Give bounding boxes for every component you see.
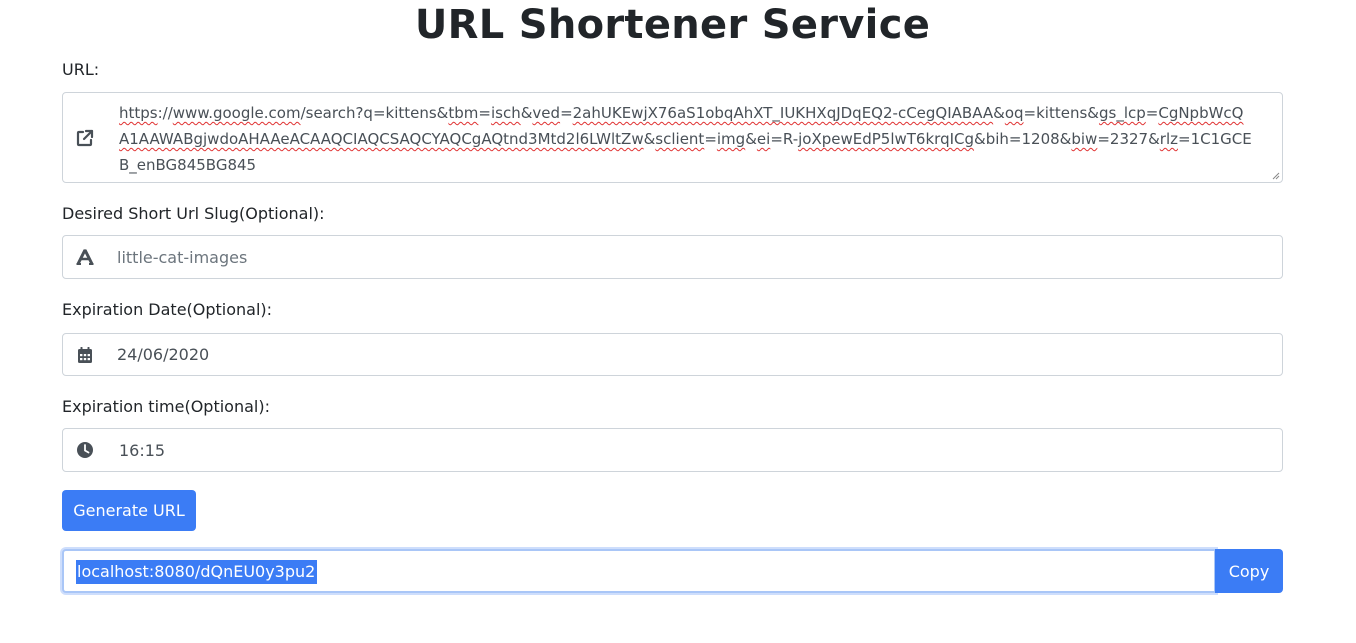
url-token-misspelled: gs_lcp [1098, 104, 1146, 122]
url-token-misspelled: rlz [1159, 130, 1178, 148]
date-input-value[interactable]: 24/06/2020 [117, 345, 209, 364]
time-input-value[interactable]: 16:15 [119, 441, 165, 460]
copy-button[interactable]: Copy [1215, 549, 1283, 593]
url-token-misspelled: oq [1004, 104, 1024, 122]
short-url-output[interactable]: localhost:8080/dQnEU0y3pu2 [62, 549, 1216, 593]
url-token: = [478, 104, 491, 122]
url-token: = [704, 130, 717, 148]
url-token: & [745, 130, 757, 148]
url-token-misspelled: isch [490, 104, 521, 122]
url-token: :// [157, 104, 173, 122]
time-label: Expiration time(Optional): [62, 397, 270, 416]
url-token-misspelled: biw [1071, 130, 1098, 148]
url-token-misspelled: https [119, 104, 158, 122]
url-token: = [1145, 104, 1159, 122]
page-title: URL Shortener Service [414, 2, 931, 48]
generate-url-button[interactable]: Generate URL [62, 490, 196, 531]
page: URL Shortener Service URL: https://www.g… [0, 0, 1356, 643]
url-textarea-value[interactable]: https://www.google.com/search?q=kittens&… [119, 100, 1252, 178]
date-field[interactable]: 24/06/2020 [62, 333, 1283, 376]
clock-icon [63, 429, 107, 471]
url-token-misspelled: img [716, 130, 746, 148]
url-token: =kittens& [1023, 104, 1099, 122]
url-token: = [560, 104, 573, 122]
url-token: & [520, 104, 533, 122]
external-link-icon [63, 93, 107, 182]
url-field[interactable]: https://www.google.com/search?q=kittens&… [62, 92, 1283, 183]
url-token-misspelled: tbm [448, 104, 479, 122]
url-token-misspelled: 2ahUKEwjX76aS1obqAhXT_IUKHXqJDqEQ2-cCegQ… [572, 104, 994, 122]
slug-field[interactable]: little-cat-images [62, 235, 1283, 279]
resize-grip-icon[interactable] [1270, 170, 1280, 180]
slug-label: Desired Short Url Slug(Optional): [62, 204, 325, 223]
date-label: Expiration Date(Optional): [62, 300, 273, 319]
url-token-misspelled: www.google.com [172, 104, 301, 122]
url-token: =R- [770, 130, 799, 148]
calendar-icon [63, 334, 107, 375]
slug-input-placeholder[interactable]: little-cat-images [117, 248, 247, 267]
url-token: =2327& [1097, 130, 1160, 148]
url-label: URL: [62, 60, 100, 79]
url-token: /search?q=kittens& [300, 104, 449, 122]
time-field[interactable]: 16:15 [62, 428, 1283, 472]
url-token-misspelled: ved [532, 104, 561, 122]
url-token: &bih=1208& [974, 130, 1072, 148]
url-token-misspelled: sclient [655, 130, 705, 148]
short-url-selected-text[interactable]: localhost:8080/dQnEU0y3pu2 [76, 560, 318, 584]
url-token: & [643, 130, 656, 148]
url-token: & [993, 104, 1005, 122]
font-icon [63, 236, 107, 278]
url-token-misspelled: ei [756, 130, 771, 148]
url-token-misspelled: joXpewEdP5lwT6krqICg [798, 130, 975, 148]
